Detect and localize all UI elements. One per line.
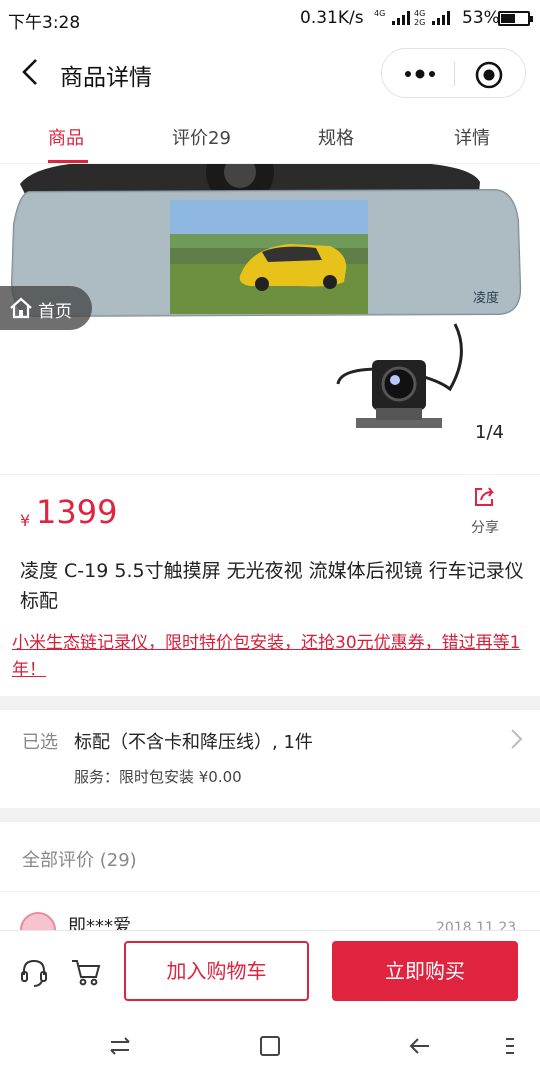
page-title: 商品详情: [60, 65, 152, 91]
buy-now-button[interactable]: 立即购买: [332, 941, 518, 1001]
brand-mark: 凌度: [473, 290, 499, 306]
nav-menu-icon[interactable]: [504, 1034, 516, 1058]
capsule-divider: [454, 62, 455, 86]
status-time: 下午3:28: [8, 13, 81, 33]
battery-percent: 53%: [462, 8, 500, 28]
price-currency: ¥: [20, 511, 31, 530]
tab-details[interactable]: 详情: [454, 124, 490, 150]
switch-apps-icon[interactable]: [108, 1034, 132, 1058]
network-speed: 0.31K/s: [300, 8, 364, 28]
cart-icon[interactable]: [70, 957, 102, 987]
status-bar: 下午3:28 0.31K/s 4G 4G 2G 53%: [0, 0, 540, 36]
selected-label: 已选: [22, 732, 58, 753]
home-square-icon[interactable]: [258, 1034, 282, 1058]
signal-icon: [392, 11, 410, 25]
network-type: 4G: [374, 9, 385, 18]
selection-row[interactable]: 已选 标配（不含卡和降压线）, 1件 服务：限时包安装 ¥0.00: [0, 710, 540, 806]
reviews-header[interactable]: 全部评价 (29): [0, 822, 540, 892]
promo-link[interactable]: 小米生态链记录仪，限时特价包安装，还抢30元优惠券，错过再等1年！: [12, 630, 530, 684]
back-arrow-icon[interactable]: [16, 54, 46, 90]
nav-back-icon[interactable]: [408, 1034, 432, 1058]
share-icon: [475, 487, 494, 506]
price-section: ¥ 1399 分享: [0, 474, 540, 544]
chevron-right-icon: [511, 729, 523, 749]
bottom-action-bar: 加入购物车 立即购买: [0, 930, 540, 1014]
signal-icon-2: [432, 11, 450, 25]
share-label: 分享: [471, 520, 499, 536]
tab-specs[interactable]: 规格: [318, 124, 354, 150]
product-name: 凌度 C-19 5.5寸触摸屏 无光夜视 流媒体后视镜 行车记录仪 标配: [20, 560, 524, 612]
reviews-count: (29): [99, 850, 137, 871]
network-type-2: 4G 2G: [414, 9, 425, 27]
battery-icon: [498, 11, 533, 26]
review-item[interactable]: 即***爱 2018.11.23: [0, 894, 540, 934]
home-icon: [10, 297, 32, 319]
home-label: 首页: [38, 302, 72, 322]
share-button[interactable]: 分享: [460, 483, 510, 537]
gallery-counter: 1/4: [475, 422, 504, 443]
reviews-heading: 全部评价 (29): [22, 850, 137, 871]
miniprogram-capsule: [381, 48, 526, 98]
tab-reviews[interactable]: 评价29: [172, 124, 231, 150]
home-button[interactable]: 首页: [0, 286, 92, 330]
price-value: 1399: [36, 493, 118, 531]
close-miniprogram-icon[interactable]: [474, 60, 504, 90]
section-divider: [0, 696, 540, 710]
customer-service-icon[interactable]: [18, 957, 50, 989]
add-to-cart-button[interactable]: 加入购物车: [124, 941, 309, 1001]
system-nav-bar: [0, 1014, 540, 1080]
selected-value: 标配（不含卡和降压线）, 1件: [74, 732, 313, 753]
more-dots-icon[interactable]: [400, 61, 440, 87]
tab-bar: 商品 评价29 规格 详情: [0, 112, 540, 164]
net-type-top: 4G: [374, 9, 386, 18]
tab-product[interactable]: 商品: [48, 124, 84, 150]
section-divider: [0, 808, 540, 822]
page-header: 商品详情: [0, 40, 540, 106]
net-type-sub: 2G: [414, 18, 426, 27]
service-info: 服务：限时包安装 ¥0.00: [74, 768, 242, 786]
net-type-second: 4G: [414, 9, 426, 18]
tab-active-indicator: [48, 160, 88, 163]
